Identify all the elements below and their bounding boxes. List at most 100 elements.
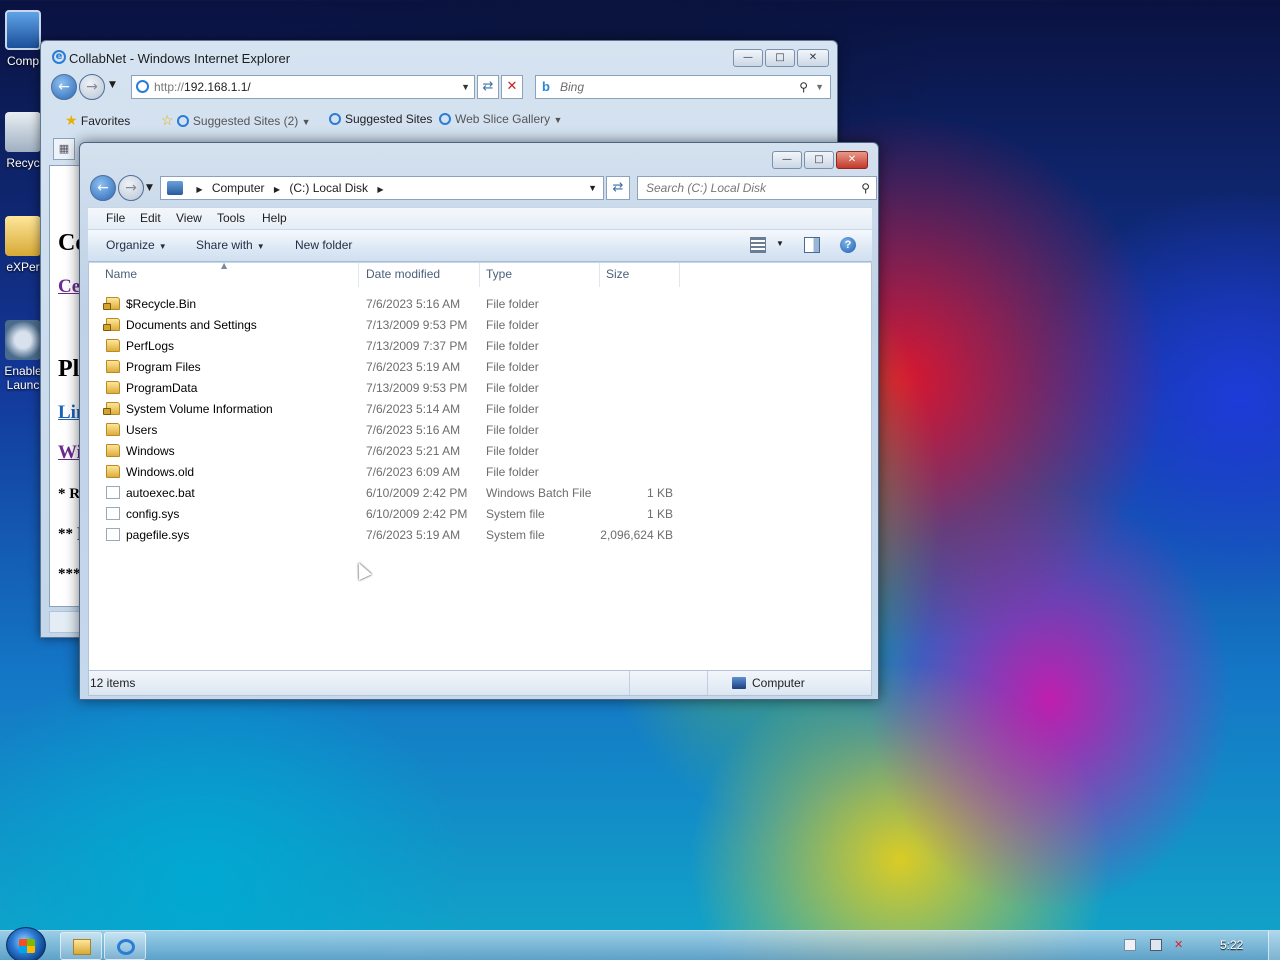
table-row[interactable]: Program Files 7/6/2023 5:19 AM File folder <box>89 357 689 378</box>
organize-button[interactable]: Organize ▼ <box>106 238 167 252</box>
favorites-button[interactable]: ★ Favorites <box>65 112 130 129</box>
star-icon: ★ <box>65 112 78 128</box>
stop-button[interactable]: ✕ <box>501 75 523 99</box>
volume-muted-icon[interactable]: ✕ <box>1174 939 1186 951</box>
menu-help[interactable]: Help <box>262 211 287 225</box>
minimize-button[interactable]: — <box>772 151 802 169</box>
forward-button[interactable]: → <box>118 175 144 201</box>
breadcrumb[interactable]: ▶ Computer ▶ (C:) Local Disk ▶ ▼ <box>160 176 604 200</box>
window-controls: — □ ✕ <box>772 151 868 169</box>
search-input[interactable]: Search (C:) Local Disk ⚲ <box>637 176 877 200</box>
recent-locations-dropdown[interactable]: ▼ <box>146 183 153 193</box>
suggested-sites-link[interactable]: Suggested Sites <box>329 112 432 126</box>
help-icon[interactable]: ? <box>840 237 856 253</box>
address-protocol: http:// <box>154 80 185 94</box>
window-controls: — □ ✕ <box>733 49 829 67</box>
window-title: CollabNet - Windows Internet Explorer <box>69 51 291 66</box>
file-name: config.sys <box>126 507 180 521</box>
menu-edit[interactable]: Edit <box>140 211 161 225</box>
close-button[interactable]: ✕ <box>797 49 829 67</box>
table-row[interactable]: config.sys 6/10/2009 2:42 PM System file 1 … <box>89 504 689 525</box>
lock-icon <box>103 324 111 331</box>
maximize-button[interactable]: □ <box>765 49 795 67</box>
table-row[interactable]: Users 7/6/2023 5:16 AM File folder <box>89 420 689 441</box>
table-row[interactable]: Documents and Settings 7/13/2009 9:53 PM F… <box>89 315 689 336</box>
column-header-type[interactable]: Type <box>480 263 600 287</box>
taskbar-explorer-button[interactable] <box>60 932 102 960</box>
folder-icon <box>106 381 120 394</box>
chevron-down-icon[interactable]: ▼ <box>776 239 784 248</box>
page-link[interactable]: Ce <box>58 276 80 298</box>
minimize-button[interactable]: — <box>733 49 763 67</box>
recent-pages-dropdown[interactable]: ▼ <box>109 80 116 90</box>
file-date: 7/13/2009 9:53 PM <box>366 318 468 332</box>
page-icon <box>136 80 149 93</box>
column-header-date[interactable]: Date modified <box>360 263 480 287</box>
menu-file[interactable]: File <box>106 211 125 225</box>
breadcrumb-computer[interactable]: Computer <box>212 181 265 195</box>
start-button[interactable] <box>6 927 46 960</box>
table-row[interactable]: System Volume Information 7/6/2023 5:14 A… <box>89 399 689 420</box>
close-button[interactable]: ✕ <box>836 151 868 169</box>
file-type: File folder <box>486 444 539 458</box>
chevron-down-icon: ▼ <box>158 242 167 251</box>
forward-button[interactable]: → <box>79 74 105 100</box>
refresh-button[interactable]: ⇄ <box>477 75 499 99</box>
navigation-bar: ← → ▼ http://192.168.1.1/ ▼ ⇄ ✕ b Bing ⚲… <box>51 74 831 100</box>
table-row[interactable]: pagefile.sys 7/6/2023 5:19 AM System file 2… <box>89 525 689 546</box>
table-row[interactable]: Windows.old 7/6/2023 6:09 AM File folder <box>89 462 689 483</box>
address-bar[interactable]: http://192.168.1.1/ ▼ <box>131 75 475 99</box>
taskbar-ie-button[interactable] <box>104 932 146 960</box>
change-view-icon[interactable] <box>750 237 766 253</box>
status-location-label: Computer <box>752 676 805 690</box>
chevron-right-icon[interactable]: ▶ <box>196 185 202 194</box>
menu-tools[interactable]: Tools <box>217 211 245 225</box>
suggested-sites-dropdown[interactable]: ☆ Suggested Sites (2) ▼ <box>161 112 311 129</box>
chevron-right-icon[interactable]: ▶ <box>274 185 280 194</box>
lock-icon <box>103 303 111 310</box>
new-folder-button[interactable]: New folder <box>295 238 352 252</box>
search-box[interactable]: b Bing ⚲ ▼ <box>535 75 831 99</box>
chevron-down-icon[interactable]: ▼ <box>588 177 597 199</box>
search-icon[interactable]: ⚲ <box>861 177 870 199</box>
network-icon[interactable] <box>1150 939 1162 951</box>
status-location: Computer <box>732 676 805 690</box>
file-date: 7/6/2023 5:14 AM <box>366 402 461 416</box>
file-type: File folder <box>486 339 539 353</box>
fav-item-label: Web Slice Gallery <box>455 112 551 126</box>
action-center-icon[interactable] <box>1124 939 1136 951</box>
table-row[interactable]: $Recycle.Bin 7/6/2023 5:16 AM File folder <box>89 294 689 315</box>
file-date: 7/6/2023 6:09 AM <box>366 465 461 479</box>
table-row[interactable]: PerfLogs 7/13/2009 7:37 PM File folder <box>89 336 689 357</box>
back-button[interactable]: ← <box>90 175 116 201</box>
show-desktop-button[interactable] <box>1268 931 1280 960</box>
page-text: *** <box>58 566 81 582</box>
file-name: ProgramData <box>126 381 198 395</box>
table-row[interactable]: ProgramData 7/13/2009 9:53 PM File folder <box>89 378 689 399</box>
search-icon[interactable]: ⚲ <box>799 76 808 98</box>
column-header-name[interactable]: Name <box>99 263 359 287</box>
share-with-button[interactable]: Share with ▼ <box>196 238 265 252</box>
file-name: System Volume Information <box>126 402 273 416</box>
menu-view[interactable]: View <box>176 211 202 225</box>
preview-pane-icon[interactable] <box>804 237 820 253</box>
column-header-size[interactable]: Size <box>600 263 680 287</box>
file-size: 1 KB <box>646 486 673 500</box>
file-icon <box>106 486 120 499</box>
maximize-button[interactable]: □ <box>804 151 834 169</box>
chevron-down-icon[interactable]: ▼ <box>815 76 824 98</box>
table-row[interactable]: autoexec.bat 6/10/2009 2:42 PM Windows Bat… <box>89 483 689 504</box>
folder-icon <box>106 465 120 478</box>
table-row[interactable]: Windows 7/6/2023 5:21 AM File folder <box>89 441 689 462</box>
back-button[interactable]: ← <box>51 74 77 100</box>
breadcrumb-local-disk[interactable]: (C:) Local Disk <box>289 181 368 195</box>
quick-tabs-icon[interactable]: ▦ <box>53 138 75 160</box>
file-date: 7/6/2023 5:16 AM <box>366 423 461 437</box>
organize-label: Organize <box>106 238 155 252</box>
refresh-button[interactable]: ⇄ <box>606 176 630 200</box>
chevron-down-icon[interactable]: ▼ <box>461 76 470 98</box>
clock[interactable]: 5:22 <box>1220 938 1243 952</box>
chevron-right-icon[interactable]: ▶ <box>377 185 383 194</box>
web-slice-gallery[interactable]: Web Slice Gallery ▼ <box>439 112 562 126</box>
explorer-window[interactable]: — □ ✕ ← → ▼ ▶ Computer ▶ (C:) Local Disk… <box>79 142 879 700</box>
